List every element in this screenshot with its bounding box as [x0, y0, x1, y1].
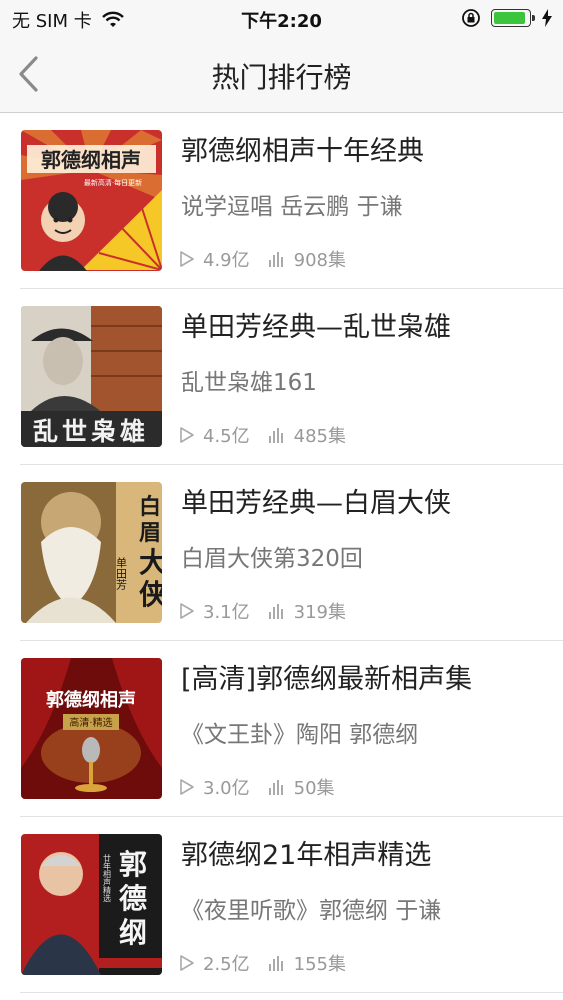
list-item[interactable]: 郭德纲相声 最新高清·每日更新 郭德纲相声十年经典 说学逗唱 岳云鹏 于谦 4.… — [0, 113, 563, 289]
episode-count: 485集 — [293, 426, 346, 447]
item-title: [高清]郭德纲最新相声集 — [181, 664, 473, 695]
item-meta: 3.0亿 50集 — [179, 774, 335, 800]
item-title: 单田芳经典—乱世枭雄 — [181, 312, 451, 343]
list-item[interactable]: 白 眉 大 侠 单田芳 单田芳经典—白眉大侠 白眉大侠第320回 3.1亿 31… — [0, 465, 563, 641]
play-count: 2.5亿 — [203, 954, 250, 975]
episode-count: 319集 — [293, 602, 346, 623]
nav-bar: 热门排行榜 — [0, 36, 563, 113]
page-title: 热门排行榜 — [211, 61, 352, 94]
cover-tag: 最新高清·每日更新 — [84, 178, 142, 187]
album-cover: 乱世枭雄 — [21, 306, 162, 447]
status-right — [461, 8, 553, 28]
play-count-icon — [180, 779, 194, 795]
album-cover: 郭德纲相声 最新高清·每日更新 — [21, 130, 162, 271]
battery-level — [494, 12, 526, 24]
play-count-icon — [180, 955, 194, 971]
item-title: 单田芳经典—白眉大侠 — [181, 488, 451, 519]
charging-bolt-icon — [542, 9, 552, 27]
episodes-icon — [268, 956, 283, 971]
cover-title: 郭德纲相声 — [41, 148, 141, 172]
album-cover: 郭 德 纲 廿年相声精选 — [21, 834, 162, 975]
item-subtitle: 《夜里听歌》郭德纲 于谦 — [181, 898, 442, 924]
play-count: 4.9亿 — [203, 250, 250, 271]
episodes-icon — [268, 780, 283, 795]
item-subtitle: 说学逗唱 岳云鹏 于谦 — [181, 194, 403, 220]
item-subtitle: 白眉大侠第320回 — [181, 546, 363, 572]
cover-title: 白 眉 大 侠 — [139, 494, 162, 611]
ranking-list: 郭德纲相声 最新高清·每日更新 郭德纲相声十年经典 说学逗唱 岳云鹏 于谦 4.… — [0, 113, 563, 993]
play-count: 3.0亿 — [203, 778, 250, 799]
cover-tag: 廿年相声精选 — [103, 853, 112, 903]
item-subtitle: 《文王卦》陶阳 郭德纲 — [181, 722, 419, 748]
item-meta: 2.5亿 155集 — [179, 950, 346, 976]
episode-count: 908集 — [293, 250, 346, 271]
play-count-icon — [180, 251, 194, 267]
item-title: 郭德纲相声十年经典 — [181, 136, 424, 167]
status-bar: 无 SIM 卡 下午2:20 — [0, 0, 563, 36]
list-item[interactable]: 乱世枭雄 单田芳经典—乱世枭雄 乱世枭雄161 4.5亿 485集 — [0, 289, 563, 465]
cover-title: 郭德纲相声 — [46, 689, 136, 711]
item-title: 郭德纲21年相声精选 — [181, 840, 432, 871]
list-item[interactable]: 郭 德 纲 廿年相声精选 郭德纲21年相声精选 《夜里听歌》郭德纲 于谦 2.5… — [0, 817, 563, 993]
episodes-icon — [268, 252, 283, 267]
list-item[interactable]: 郭德纲相声 高清·精选 [高清]郭德纲最新相声集 《文王卦》陶阳 郭德纲 3.0… — [0, 641, 563, 817]
episode-count: 155集 — [293, 954, 346, 975]
rotation-lock-icon — [462, 9, 480, 27]
album-cover: 白 眉 大 侠 单田芳 — [21, 482, 162, 623]
item-meta: 4.9亿 908集 — [179, 246, 346, 272]
cover-title: 乱世枭雄 — [33, 417, 149, 446]
play-count: 3.1亿 — [203, 602, 250, 623]
item-meta: 3.1亿 319集 — [179, 598, 346, 624]
play-count: 4.5亿 — [203, 426, 250, 447]
play-count-icon — [180, 427, 194, 443]
item-subtitle: 乱世枭雄161 — [181, 370, 317, 396]
play-count-icon — [180, 603, 194, 619]
episode-count: 50集 — [293, 778, 335, 799]
cover-tag: 单田芳 — [115, 557, 128, 591]
episodes-icon — [268, 604, 283, 619]
cover-tag: 高清·精选 — [69, 716, 112, 729]
album-cover: 郭德纲相声 高清·精选 — [21, 658, 162, 799]
episodes-icon — [268, 428, 283, 443]
item-meta: 4.5亿 485集 — [179, 422, 346, 448]
battery-icon — [491, 9, 535, 27]
